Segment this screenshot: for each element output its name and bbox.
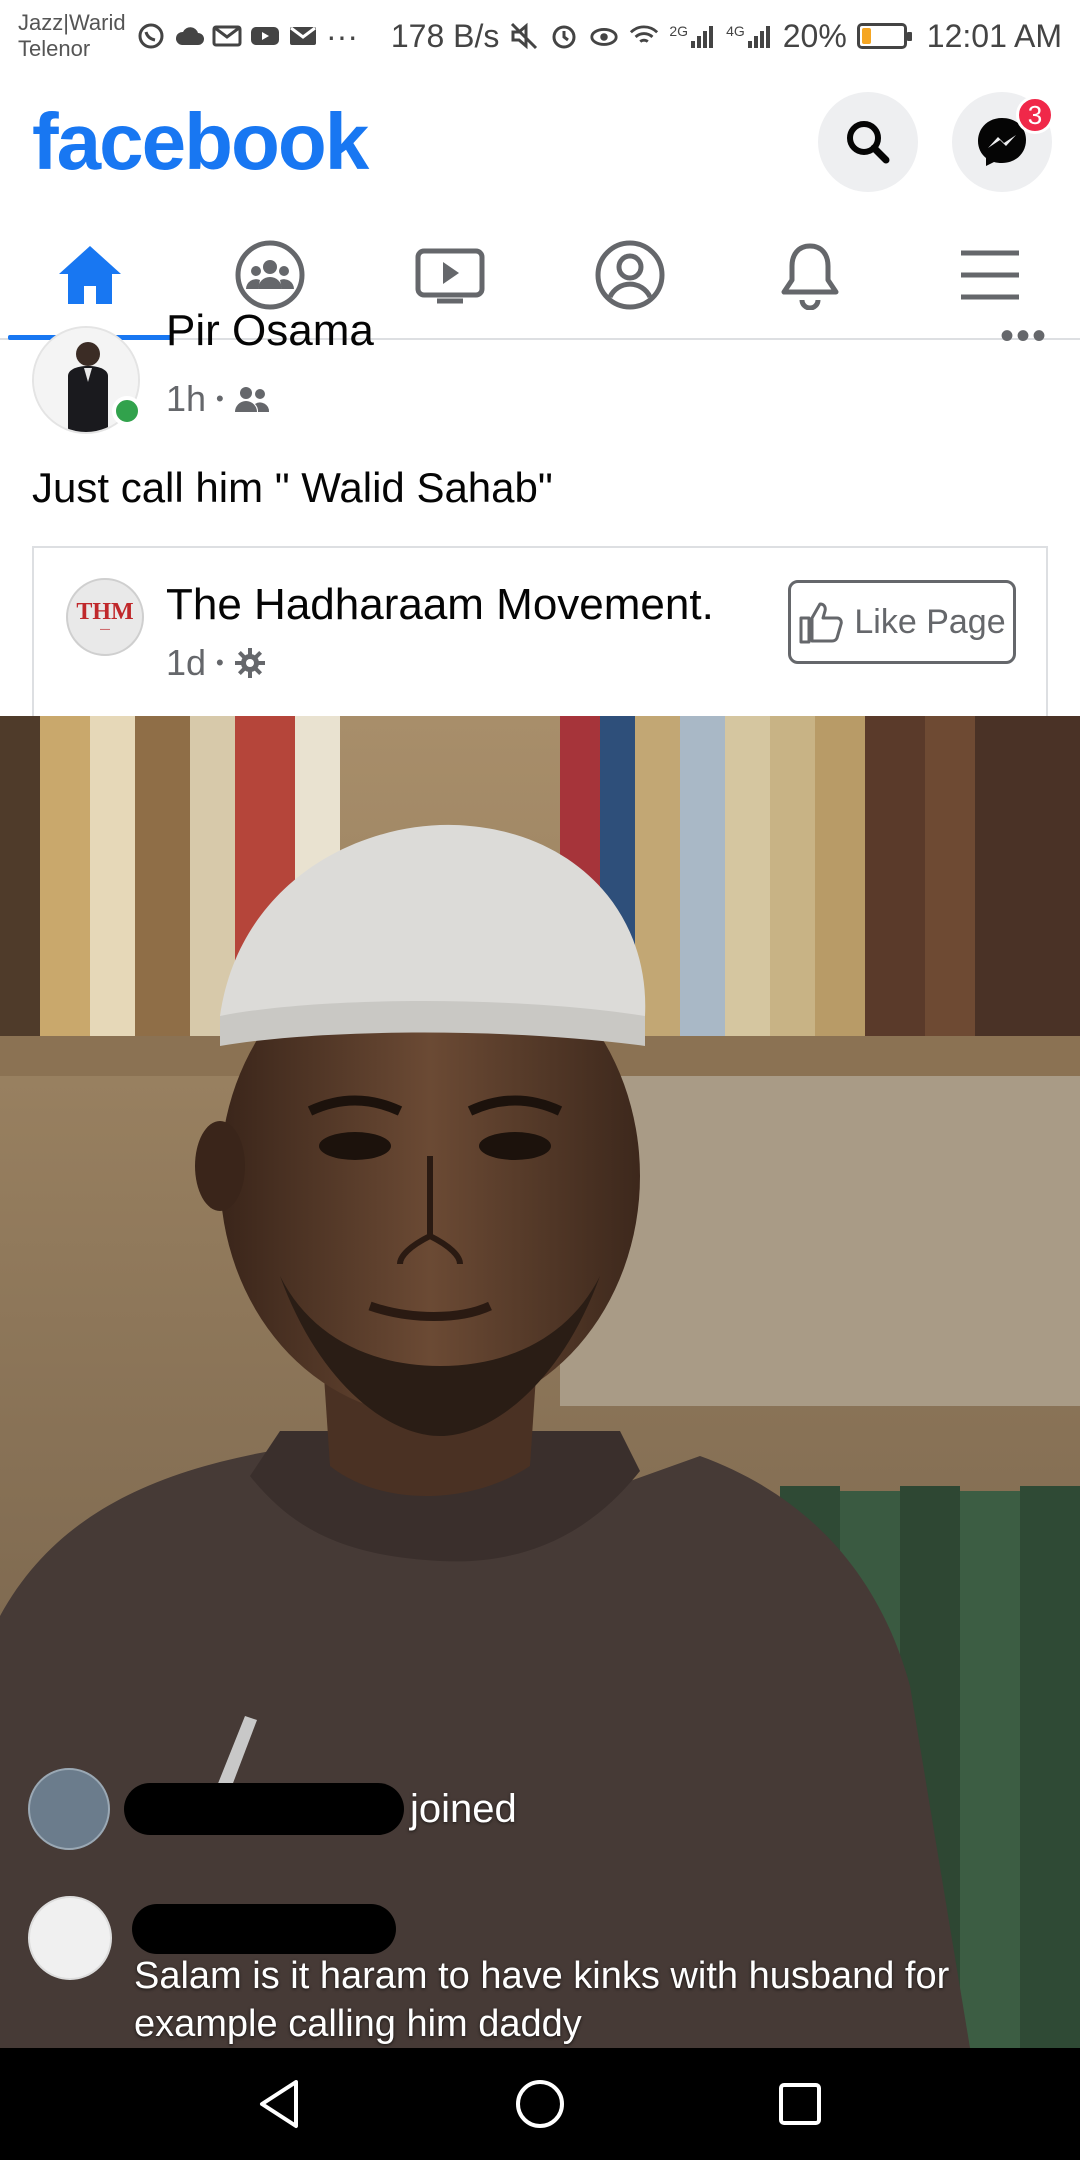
system-nav-bar <box>0 2048 1080 2160</box>
redacted-commenter-name <box>132 1904 396 1954</box>
messenger-button[interactable]: 3 <box>952 92 1054 192</box>
commenter-avatar <box>28 1896 112 1980</box>
like-page-button[interactable]: Like Page <box>788 580 1016 664</box>
page-logo-text: THM <box>76 598 134 625</box>
app-header: facebook 3 <box>0 72 1080 212</box>
joined-notification: joined <box>28 1768 517 1850</box>
shared-page-name[interactable]: The Hadharaam Movement. <box>166 580 714 630</box>
facebook-logo[interactable]: facebook <box>32 96 369 188</box>
profile-icon <box>595 240 665 310</box>
online-indicator <box>112 396 142 426</box>
live-comment-text: Salam is it haram to have kinks with hus… <box>134 1955 950 2045</box>
like-page-label: Like Page <box>854 602 1006 641</box>
signal-2g-icon: 2G <box>669 23 716 49</box>
post-author-name[interactable]: Pir Osama <box>166 306 374 356</box>
whatsapp-icon <box>136 21 166 51</box>
page-logo-subtext: ― <box>100 623 110 635</box>
recents-button[interactable] <box>770 2074 830 2134</box>
gmail-icon <box>212 21 242 51</box>
mute-icon <box>509 21 539 51</box>
menu-icon <box>961 250 1019 300</box>
signal-2g-label: 2G <box>669 23 689 39</box>
shared-time[interactable]: 1d <box>166 642 206 684</box>
post-caption: Just call him " Walid Sahab" <box>32 464 553 511</box>
video-icon <box>415 248 485 304</box>
shared-meta: 1d • <box>166 642 266 684</box>
gear-icon <box>234 648 265 678</box>
youtube-icon <box>250 21 280 51</box>
search-button[interactable] <box>818 92 918 192</box>
redacted-username <box>124 1783 404 1835</box>
signal-4g-label: 4G <box>726 23 745 39</box>
tab-home[interactable] <box>0 212 180 340</box>
status-bar: Jazz|Warid Telenor ··· 178 B/s 2G 4G 20%… <box>0 0 1080 72</box>
shared-post-card: THM ― The Hadharaam Movement. 1d • Like … <box>32 546 1048 716</box>
clock: 12:01 AM <box>926 17 1062 54</box>
post-time[interactable]: 1h <box>166 378 206 420</box>
post-meta: 1h • <box>166 378 270 420</box>
tab-watch[interactable] <box>360 212 540 338</box>
post-options-button[interactable]: ••• <box>1000 314 1048 359</box>
battery-percent: 20% <box>782 17 847 54</box>
more-notifications: ··· <box>326 17 358 54</box>
mail-icon <box>288 21 318 51</box>
meta-separator: • <box>216 386 224 411</box>
square-recents-icon <box>779 2083 821 2125</box>
net-speed: 178 B/s <box>390 17 500 54</box>
signal-4g-icon: 4G <box>726 23 773 49</box>
joined-user-avatar <box>28 1768 110 1850</box>
alarm-icon <box>549 21 579 51</box>
search-icon <box>847 121 890 164</box>
carrier-line2: Telenor <box>18 36 91 61</box>
joined-label: joined <box>410 1786 517 1831</box>
battery-icon <box>856 23 912 49</box>
wifi-icon <box>629 21 659 51</box>
post-photo[interactable]: joined Salam is it haram to have kinks w… <box>0 716 1080 2048</box>
page-avatar[interactable]: THM ― <box>66 578 144 656</box>
cloud-icon <box>174 21 204 51</box>
back-button[interactable] <box>250 2074 310 2134</box>
friends-audience-icon[interactable] <box>234 385 270 413</box>
carrier-label: Jazz|Warid Telenor <box>18 10 128 62</box>
groups-icon <box>235 240 305 310</box>
nav-tabs <box>0 212 1080 340</box>
eye-icon <box>589 21 619 51</box>
tab-profile[interactable] <box>540 212 720 338</box>
tab-menu[interactable] <box>900 212 1080 338</box>
post-header: Pir Osama 1h • ••• <box>32 306 1048 436</box>
shared-meta-separator: • <box>216 650 224 675</box>
carrier-line1: Jazz|Warid <box>18 10 126 35</box>
messenger-badge: 3 <box>1016 96 1054 134</box>
tab-notifications[interactable] <box>720 212 900 338</box>
bell-icon <box>781 243 839 310</box>
circle-home-icon <box>516 2080 564 2128</box>
home-nav-button[interactable] <box>510 2074 570 2134</box>
thumbs-up-icon <box>799 602 844 644</box>
home-icon <box>59 246 121 304</box>
back-icon <box>260 2080 298 2128</box>
